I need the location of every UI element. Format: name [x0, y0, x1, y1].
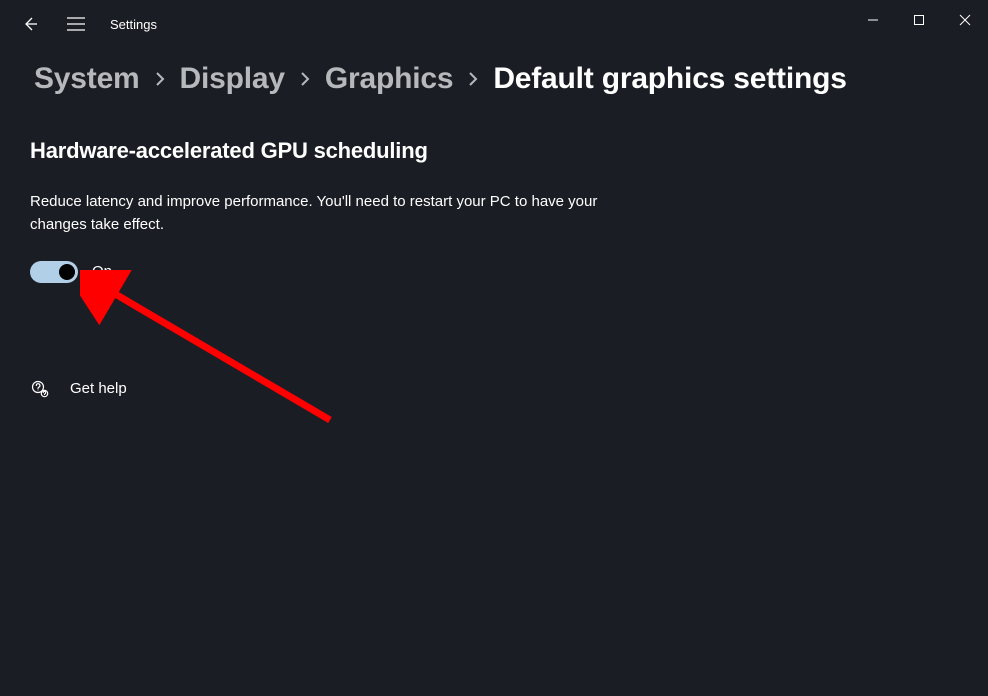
breadcrumb: System Display Graphics Default graphics…	[0, 48, 988, 96]
close-button[interactable]	[942, 0, 988, 40]
chevron-right-icon	[152, 71, 168, 87]
hamburger-menu-button[interactable]	[64, 12, 88, 36]
window-controls	[850, 0, 988, 40]
section-title: Hardware-accelerated GPU scheduling	[30, 138, 640, 164]
gpu-scheduling-toggle[interactable]	[30, 261, 78, 283]
app-title: Settings	[110, 17, 157, 32]
toggle-state-label: On	[92, 263, 112, 280]
title-bar: Settings	[0, 0, 988, 48]
help-label: Get help	[70, 380, 127, 397]
breadcrumb-display[interactable]: Display	[180, 62, 285, 96]
gpu-scheduling-toggle-row: On	[30, 261, 640, 283]
help-icon	[30, 379, 50, 399]
chevron-right-icon	[465, 71, 481, 87]
toggle-knob	[59, 264, 75, 280]
chevron-right-icon	[297, 71, 313, 87]
breadcrumb-system[interactable]: System	[34, 62, 140, 96]
minimize-button[interactable]	[850, 0, 896, 40]
breadcrumb-current: Default graphics settings	[493, 62, 846, 96]
back-button[interactable]	[18, 12, 42, 36]
get-help-link[interactable]: Get help	[30, 379, 640, 399]
maximize-button[interactable]	[896, 0, 942, 40]
main-content: Hardware-accelerated GPU scheduling Redu…	[0, 96, 640, 399]
breadcrumb-graphics[interactable]: Graphics	[325, 62, 453, 96]
section-description: Reduce latency and improve performance. …	[30, 190, 600, 237]
